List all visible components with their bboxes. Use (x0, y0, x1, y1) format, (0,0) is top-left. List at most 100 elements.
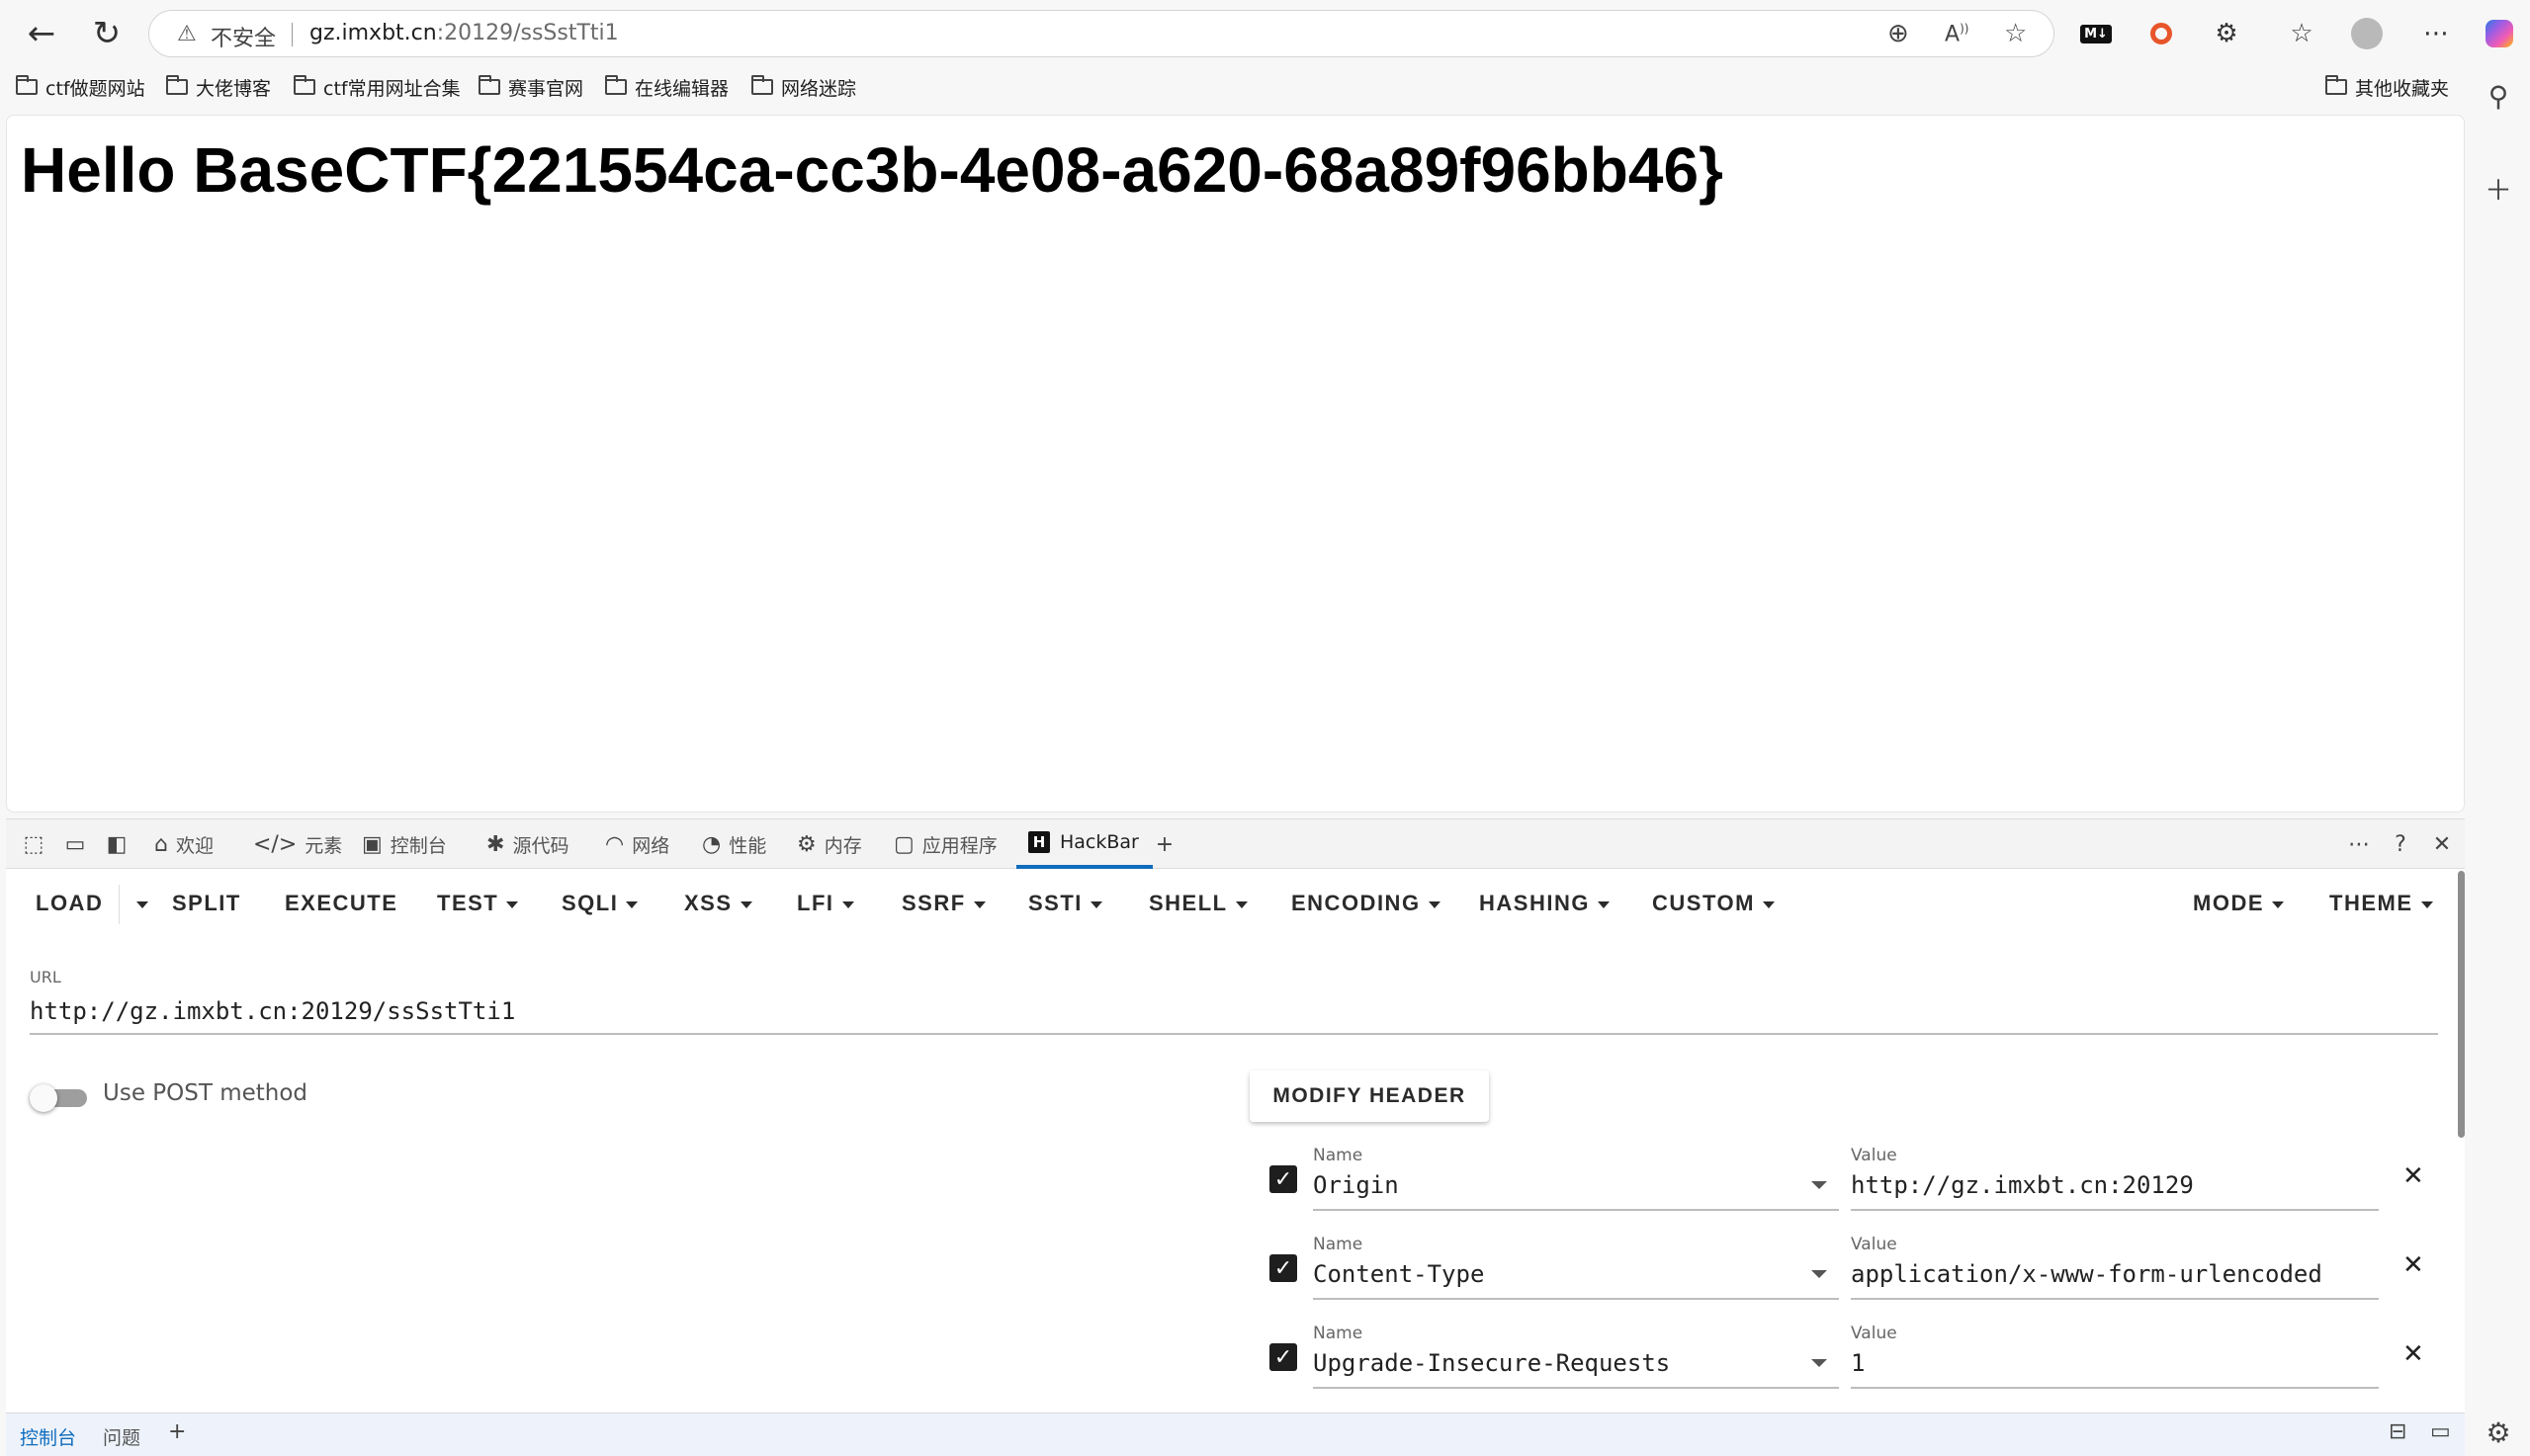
encoding-menu[interactable]: ENCODING (1291, 891, 1440, 916)
hashing-menu[interactable]: HASHING (1479, 891, 1610, 916)
post-method-toggle[interactable] (30, 1084, 87, 1112)
header-value-input[interactable]: http://gz.imxbt.cn:20129 (1851, 1171, 2194, 1199)
tab-label: 网络 (632, 834, 670, 857)
refresh-icon[interactable]: ↻ (83, 10, 131, 57)
remove-header-icon[interactable]: ✕ (2402, 1161, 2424, 1191)
ssrf-menu[interactable]: SSRF (902, 891, 986, 916)
sqli-menu[interactable]: SQLI (562, 891, 639, 916)
header-name-input[interactable]: Origin (1313, 1171, 1399, 1199)
tab-console[interactable]: ▣ 控制台 (362, 819, 447, 869)
back-icon[interactable]: ← (18, 10, 65, 57)
bookmark-other-folder[interactable]: 其他收藏夹 (2325, 73, 2449, 101)
devtools-more-icon[interactable]: ⋯ (2343, 829, 2375, 859)
drawer-tab-issues[interactable]: 问题 (103, 1423, 140, 1450)
xss-menu[interactable]: XSS (684, 891, 752, 916)
chevron-down-icon[interactable] (1811, 1270, 1827, 1278)
tab-sources[interactable]: ✱ 源代码 (486, 819, 568, 869)
input-underline (1851, 1209, 2379, 1211)
menu-label: LFI (797, 891, 834, 915)
read-aloud-icon[interactable]: A)) (1945, 22, 1968, 46)
mode-menu[interactable]: MODE (2193, 891, 2284, 916)
theme-menu[interactable]: THEME (2329, 891, 2433, 916)
add-icon[interactable]: ＋ (2476, 166, 2521, 212)
devtools-tabbar: ⬚ ▭ ◧ ⌂ 欢迎 </> 元素 ▣ 控制台 ✱ 源代码 ◠ 网络 ◔ 性能 ⚙ 内存 ▢ 应… (6, 819, 2465, 869)
bookmark-folder[interactable]: 网络迷踪 (751, 73, 856, 101)
header-value-input[interactable]: application/x-www-form-urlencoded (1851, 1260, 2322, 1288)
profile-icon[interactable] (2345, 12, 2389, 55)
lfi-menu[interactable]: LFI (797, 891, 854, 916)
more-icon[interactable]: ⋯ (2414, 12, 2458, 55)
bookmark-folder[interactable]: ctf常用网址合集 (294, 73, 461, 101)
header-enabled-checkbox[interactable]: ✓ (1269, 1254, 1297, 1282)
tab-application[interactable]: ▢ 应用程序 (894, 819, 998, 869)
tab-hackbar[interactable]: H HackBar (1016, 819, 1153, 869)
copilot-icon[interactable] (2478, 12, 2521, 55)
address-bar[interactable]: ⚠ 不安全 gz.imxbt.cn:20129/ssSstTti1 ⊕ A)) … (148, 10, 2054, 57)
menu-label: MODE (2193, 891, 2264, 915)
modify-header-button[interactable]: MODIFY HEADER (1250, 1071, 1489, 1122)
url-input[interactable]: http://gz.imxbt.cn:20129/ssSstTti1 (30, 997, 515, 1025)
tab-network[interactable]: ◠ 网络 (605, 819, 669, 869)
bookmark-folder[interactable]: ctf做题网站 (16, 73, 145, 101)
favorites-icon[interactable]: ☆ (2280, 12, 2323, 55)
header-enabled-checkbox[interactable]: ✓ (1269, 1343, 1297, 1371)
chevron-down-icon[interactable] (1811, 1181, 1827, 1189)
security-label[interactable]: 不安全 (211, 21, 276, 52)
header-name-input[interactable]: Upgrade-Insecure-Requests (1313, 1349, 1670, 1377)
hackbar-scrollbar[interactable] (2458, 871, 2465, 1138)
input-underline (1313, 1387, 1839, 1389)
markdown-icon[interactable]: M↓ (2074, 12, 2118, 55)
custom-menu[interactable]: CUSTOM (1652, 891, 1775, 916)
tab-welcome[interactable]: ⌂ 欢迎 (154, 819, 214, 869)
load-options-dropdown[interactable] (129, 891, 148, 916)
undock-drawer-icon[interactable]: ⊟ (2389, 1419, 2406, 1444)
tab-elements[interactable]: </> 元素 (253, 819, 342, 869)
remove-header-icon[interactable]: ✕ (2402, 1339, 2424, 1369)
chevron-down-icon (740, 900, 752, 908)
address-separator (292, 23, 293, 46)
search-icon[interactable]: ⚲ (2476, 73, 2521, 119)
help-icon[interactable]: ? (2385, 829, 2416, 859)
bookmark-folder[interactable]: 赛事官网 (479, 73, 583, 101)
split-button[interactable]: SPLIT (172, 891, 241, 916)
load-button[interactable]: LOAD (36, 891, 103, 916)
bookmark-folder[interactable]: 在线编辑器 (605, 73, 729, 101)
header-value-label: Value (1851, 1146, 1897, 1165)
address-url[interactable]: gz.imxbt.cn:20129/ssSstTti1 (309, 21, 619, 45)
remove-header-icon[interactable]: ✕ (2402, 1250, 2424, 1280)
header-row: ✓ Name Content-Type Value application/x-… (1262, 1235, 2424, 1304)
header-name-input[interactable]: Content-Type (1313, 1260, 1484, 1288)
input-underline (1313, 1209, 1839, 1211)
device-emulation-icon[interactable]: ▭ (59, 829, 91, 859)
record-icon[interactable] (2139, 12, 2183, 55)
url-host: gz.imxbt.cn (309, 21, 437, 45)
settings-gear-icon[interactable]: ⚙ (2476, 1410, 2521, 1455)
chevron-down-icon (1235, 900, 1248, 908)
gauge-icon: ◔ (702, 831, 722, 857)
bookmark-label: 其他收藏夹 (2355, 77, 2450, 100)
dock-side-icon[interactable]: ◧ (101, 829, 132, 859)
header-value-input[interactable]: 1 (1851, 1349, 1865, 1377)
add-tab-icon[interactable]: + (1149, 829, 1180, 859)
ssti-menu[interactable]: SSTI (1028, 891, 1102, 916)
tab-performance[interactable]: ◔ 性能 (702, 819, 766, 869)
chevron-down-icon (136, 900, 148, 908)
extensions-icon[interactable]: ⚙ (2205, 12, 2248, 55)
inspect-icon[interactable]: ⬚ (18, 829, 49, 859)
devtools-drawer: 控制台 问题 + ⊟ ▭ (6, 1413, 2465, 1456)
bookmark-label: ctf做题网站 (45, 77, 145, 100)
chevron-down-icon[interactable] (1811, 1359, 1827, 1367)
tab-memory[interactable]: ⚙ 内存 (797, 819, 862, 869)
add-drawer-tab-icon[interactable]: + (168, 1419, 186, 1444)
drawer-tab-console[interactable]: 控制台 (20, 1423, 76, 1450)
bookmark-folder[interactable]: 大佬博客 (166, 73, 271, 101)
header-enabled-checkbox[interactable]: ✓ (1269, 1165, 1297, 1193)
close-devtools-icon[interactable]: ✕ (2426, 829, 2458, 859)
page-heading: Hello BaseCTF{221554ca-cc3b-4e08-a620-68… (21, 134, 1723, 206)
zoom-icon[interactable]: ⊕ (1887, 19, 1909, 48)
favorite-star-icon[interactable]: ☆ (2004, 19, 2027, 48)
test-menu[interactable]: TEST (437, 891, 519, 916)
collapse-drawer-icon[interactable]: ▭ (2430, 1419, 2451, 1444)
shell-menu[interactable]: SHELL (1149, 891, 1248, 916)
execute-button[interactable]: EXECUTE (285, 891, 397, 916)
